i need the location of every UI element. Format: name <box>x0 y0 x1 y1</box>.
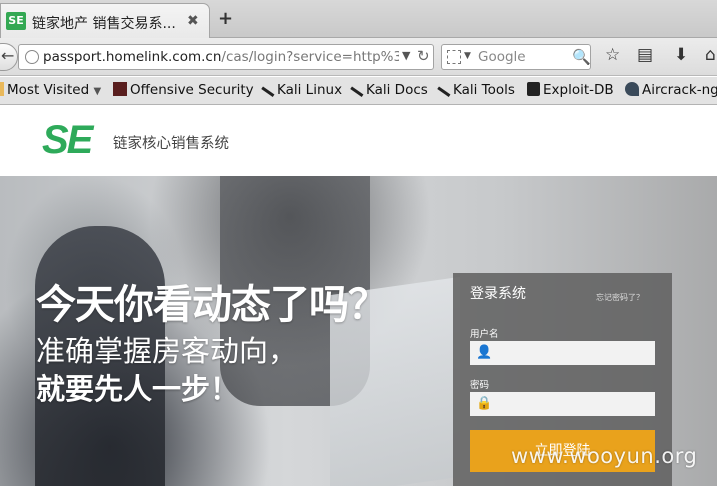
kali-dragon-icon <box>348 86 364 100</box>
tab-bar: SE 链家地产 销售交易系... ✖ + <box>0 0 717 38</box>
site-header: SE 链家核心销售系统 <box>0 106 717 176</box>
hero-headline: 今天你看动态了吗？ <box>36 282 388 328</box>
bookmark-label: Offensive Security <box>130 82 254 98</box>
search-engine-icon[interactable] <box>447 50 461 64</box>
bookmarks-list-icon[interactable]: ▤ <box>637 45 653 65</box>
forgot-password-link[interactable]: 忘记密码了？ <box>596 292 644 303</box>
hero-banner: 今天你看动态了吗？ 准确掌握房客动向， 就要先人一步！ 登录系统 忘记密码了？ … <box>0 176 717 486</box>
bookmark-star-icon[interactable]: ☆ <box>605 45 620 65</box>
bookmark-label: Kali Docs <box>366 82 428 98</box>
bookmark-label: Most Visited <box>7 82 90 98</box>
download-icon[interactable]: ⬇ <box>674 45 688 65</box>
bookmark-most-visited[interactable]: Most Visited ▼ <box>0 82 101 98</box>
login-title: 登录系统 <box>470 286 526 302</box>
user-icon: 👤 <box>476 345 493 360</box>
back-arrow-icon: ← <box>1 46 15 65</box>
search-bar[interactable]: ▼ Google 🔍 <box>441 44 591 70</box>
password-field[interactable]: 🔒 <box>470 392 655 416</box>
bookmarks-toolbar: Most Visited ▼ Offensive Security Kali L… <box>0 77 717 105</box>
username-label: 用户名 <box>470 329 499 340</box>
tab-title: 链家地产 销售交易系... <box>32 16 176 32</box>
url-bar[interactable]: passport.homelink.com.cn/cas/login?servi… <box>18 44 434 70</box>
bookmark-label: Kali Linux <box>277 82 343 98</box>
aircrack-icon <box>625 82 639 96</box>
bookmark-label: Aircrack-ng <box>642 82 717 98</box>
site-name: 链家核心销售系统 <box>113 136 229 152</box>
bookmark-label: Kali Tools <box>453 82 515 98</box>
star-folder-icon <box>0 82 4 96</box>
bookmark-kali-linux[interactable]: Kali Linux <box>259 82 343 100</box>
url-host: passport.homelink.com.cn <box>43 49 222 65</box>
browser-tab[interactable]: SE 链家地产 销售交易系... ✖ <box>0 3 210 38</box>
kali-dragon-icon <box>259 86 275 100</box>
navigation-bar: ← passport.homelink.com.cn/cas/login?ser… <box>0 38 717 76</box>
offsec-icon <box>113 82 127 96</box>
url-path: /cas/login?service=http%3A% <box>221 49 399 65</box>
password-label: 密码 <box>470 380 490 391</box>
bookmark-label: Exploit-DB <box>543 82 614 98</box>
url-history-dropdown-icon[interactable]: ▼ <box>402 49 410 62</box>
hero-subline: 准确掌握房客动向， <box>36 334 298 368</box>
close-tab-icon[interactable]: ✖ <box>187 13 199 29</box>
globe-icon <box>25 50 39 64</box>
web-page: SE 链家核心销售系统 今天你看动态了吗？ 准确掌握房客动向， 就要先人一步！ … <box>0 106 717 486</box>
bookmark-offensive-security[interactable]: Offensive Security <box>113 82 254 98</box>
back-button[interactable]: ← <box>0 43 18 71</box>
search-icon[interactable]: 🔍 <box>572 48 591 66</box>
home-icon[interactable]: ⌂ <box>705 45 716 65</box>
watermark-text: www.wooyun.org <box>511 444 698 468</box>
site-logo[interactable]: SE <box>42 118 93 163</box>
search-input[interactable]: Google <box>478 49 526 65</box>
url-text[interactable]: passport.homelink.com.cn/cas/login?servi… <box>43 49 399 65</box>
bookmark-aircrack-ng[interactable]: Aircrack-ng <box>625 82 717 98</box>
kali-dragon-icon <box>435 86 451 100</box>
bookmark-kali-docs[interactable]: Kali Docs <box>348 82 428 100</box>
search-engine-dropdown-icon[interactable]: ▼ <box>464 51 471 61</box>
username-field[interactable]: 👤 <box>470 341 655 365</box>
bookmark-kali-tools[interactable]: Kali Tools <box>435 82 515 100</box>
reload-icon[interactable]: ↻ <box>417 47 430 65</box>
new-tab-button[interactable]: + <box>218 8 233 29</box>
hero-tagline: 就要先人一步！ <box>36 372 240 406</box>
favicon-icon: SE <box>6 12 26 30</box>
lock-icon: 🔒 <box>476 396 493 411</box>
chevron-down-icon: ▼ <box>93 86 102 97</box>
bookmark-exploit-db[interactable]: Exploit-DB <box>527 82 614 98</box>
exploitdb-icon <box>527 82 540 96</box>
